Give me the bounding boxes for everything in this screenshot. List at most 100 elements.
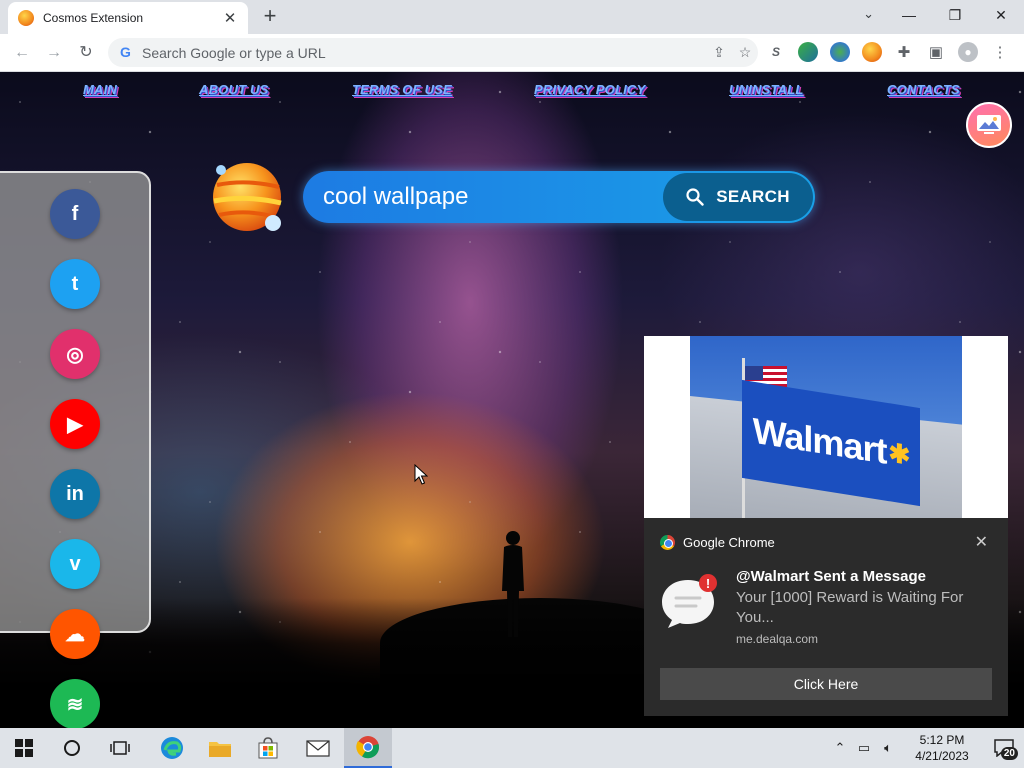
forward-arrow-icon[interactable]: → bbox=[44, 43, 64, 63]
spotify-button[interactable]: ≋ bbox=[50, 679, 100, 728]
image-gallery-icon bbox=[977, 115, 1001, 134]
clock[interactable]: 5:12 PM 4/21/2023 bbox=[900, 732, 984, 764]
mail-envelope-icon bbox=[306, 740, 330, 757]
tray-chevron-up-icon[interactable]: ⌃ bbox=[828, 740, 852, 756]
walmart-store-photo: Walmart ✱ bbox=[690, 336, 962, 518]
notification-header: Google Chrome bbox=[660, 535, 775, 550]
chrome-taskbar-button[interactable] bbox=[344, 728, 392, 768]
clock-time: 5:12 PM bbox=[919, 733, 965, 747]
store-button[interactable] bbox=[244, 728, 292, 768]
wallpaper-gallery-button[interactable] bbox=[966, 102, 1012, 148]
click-here-button[interactable]: Click Here bbox=[660, 668, 992, 700]
twitter-icon: t bbox=[71, 272, 79, 295]
side-panel-icon[interactable]: ▣ bbox=[926, 42, 946, 62]
notification-app-name: Google Chrome bbox=[683, 535, 775, 550]
cosmos-extension-icon[interactable] bbox=[862, 42, 882, 62]
chrome-notification: Google Chrome ✕ ! @Walmart Sent a Messag… bbox=[644, 518, 1008, 716]
profile-avatar-icon[interactable]: ● bbox=[958, 42, 978, 62]
windows-taskbar: ⌃ ▭ 🔈︎ 5:12 PM 4/21/2023 20 bbox=[0, 728, 1024, 768]
nav-terms-of-use[interactable]: TERMS OF USE bbox=[352, 82, 452, 97]
tab-strip: Cosmos Extension ✕ + ⌄ — ❐ ✕ bbox=[0, 0, 1024, 34]
search-bar: SEARCH bbox=[303, 171, 815, 223]
edge-icon bbox=[161, 737, 183, 759]
planet-favicon-icon bbox=[18, 10, 34, 26]
spotify-icon: ≋ bbox=[66, 693, 84, 716]
search-button-label: SEARCH bbox=[716, 187, 790, 206]
mail-button[interactable] bbox=[294, 728, 342, 768]
earth-extension-icon[interactable] bbox=[830, 42, 850, 62]
nav-privacy-policy[interactable]: PRIVACY POLICY bbox=[534, 82, 645, 97]
menu-kebab-icon[interactable]: ⋮ bbox=[990, 42, 1010, 62]
address-bar[interactable]: G Search Google or type a URL ⇪ ☆ bbox=[108, 38, 758, 67]
bubble-badge: ! bbox=[706, 576, 710, 591]
clock-date: 4/21/2023 bbox=[915, 749, 969, 763]
youtube-icon: ▶ bbox=[67, 413, 83, 436]
linkedin-button[interactable]: in bbox=[50, 469, 100, 519]
action-center-button[interactable]: 20 bbox=[984, 728, 1024, 768]
instagram-button[interactable]: ◎ bbox=[50, 329, 100, 379]
minimize-button[interactable]: — bbox=[886, 0, 932, 30]
vimeo-button[interactable]: v bbox=[50, 539, 100, 589]
globe-extension-icon[interactable] bbox=[798, 42, 818, 62]
browser-tab[interactable]: Cosmos Extension ✕ bbox=[8, 2, 248, 34]
task-view-button[interactable] bbox=[96, 728, 144, 768]
mouse-cursor-icon bbox=[414, 464, 428, 485]
twitter-button[interactable]: t bbox=[50, 259, 100, 309]
instagram-icon: ◎ bbox=[66, 343, 84, 366]
chrome-logo-icon bbox=[660, 535, 675, 550]
reload-icon[interactable]: ↻ bbox=[76, 43, 96, 63]
nav-main[interactable]: MAIN bbox=[83, 82, 117, 97]
puzzle-extensions-icon[interactable]: ✚ bbox=[894, 42, 914, 62]
share-icon[interactable]: ⇪ bbox=[706, 44, 732, 61]
nav-uninstall[interactable]: UNINSTALL bbox=[729, 82, 804, 97]
new-tab-button[interactable]: + bbox=[258, 5, 282, 27]
facebook-icon: f bbox=[71, 202, 79, 225]
notification-body: Your [1000] Reward is Waiting For You... bbox=[736, 589, 964, 626]
close-tab-icon[interactable]: ✕ bbox=[222, 9, 238, 27]
start-button[interactable] bbox=[0, 728, 48, 768]
vimeo-icon: v bbox=[69, 552, 81, 575]
task-view-icon bbox=[110, 741, 130, 755]
person-silhouette bbox=[502, 531, 524, 637]
cortana-button[interactable] bbox=[48, 728, 96, 768]
google-g-icon: G bbox=[120, 44, 131, 60]
file-explorer-button[interactable] bbox=[196, 728, 244, 768]
chrome-icon bbox=[356, 736, 380, 759]
browser-toolbar: ← → ↻ G Search Google or type a URL ⇪ ☆ … bbox=[0, 34, 1024, 72]
folder-icon bbox=[209, 742, 231, 757]
address-placeholder: Search Google or type a URL bbox=[142, 44, 326, 61]
volume-muted-icon[interactable]: 🔈︎ bbox=[876, 740, 900, 756]
close-window-button[interactable]: ✕ bbox=[978, 0, 1024, 30]
nav-about-us[interactable]: ABOUT US bbox=[199, 82, 269, 97]
walmart-sign-text: Walmart bbox=[752, 409, 887, 472]
notification-count-badge: 20 bbox=[1000, 747, 1018, 760]
message-bubble-icon: ! bbox=[662, 574, 717, 628]
notification-hero-image[interactable]: Walmart ✱ bbox=[644, 336, 1008, 518]
store-bag-icon bbox=[258, 737, 278, 759]
nav-contacts[interactable]: CONTACTS bbox=[887, 82, 960, 97]
planet-logo-icon bbox=[213, 163, 282, 231]
facebook-button[interactable]: f bbox=[50, 189, 100, 239]
extension-icons: S ✚ ▣ ● ⋮ bbox=[766, 42, 1010, 62]
notification-close-icon[interactable]: ✕ bbox=[975, 532, 988, 552]
soundcloud-button[interactable]: ☁ bbox=[50, 609, 100, 659]
top-navigation: MAIN ABOUT US TERMS OF USE PRIVACY POLIC… bbox=[0, 82, 1024, 104]
notification-title: @Walmart Sent a Message bbox=[736, 568, 926, 585]
search-input[interactable] bbox=[323, 179, 663, 215]
tab-title: Cosmos Extension bbox=[43, 11, 144, 25]
s-extension-icon[interactable]: S bbox=[766, 42, 786, 62]
edge-taskbar-button[interactable] bbox=[148, 728, 196, 768]
search-button[interactable]: SEARCH bbox=[663, 173, 813, 221]
network-icon[interactable]: ▭ bbox=[852, 740, 876, 756]
restore-button[interactable]: ❐ bbox=[932, 0, 978, 30]
linkedin-icon: in bbox=[66, 482, 84, 505]
youtube-button[interactable]: ▶ bbox=[50, 399, 100, 449]
bookmark-star-icon[interactable]: ☆ bbox=[732, 44, 758, 61]
cortana-circle-icon bbox=[64, 740, 80, 756]
walmart-spark-icon: ✱ bbox=[888, 436, 910, 470]
search-icon bbox=[686, 188, 704, 206]
back-arrow-icon[interactable]: ← bbox=[12, 43, 32, 63]
soundcloud-icon: ☁ bbox=[65, 623, 85, 646]
tab-search-chevron-icon[interactable]: ⌄ bbox=[863, 6, 874, 22]
system-tray: ⌃ ▭ 🔈︎ 5:12 PM 4/21/2023 20 bbox=[828, 728, 1024, 768]
